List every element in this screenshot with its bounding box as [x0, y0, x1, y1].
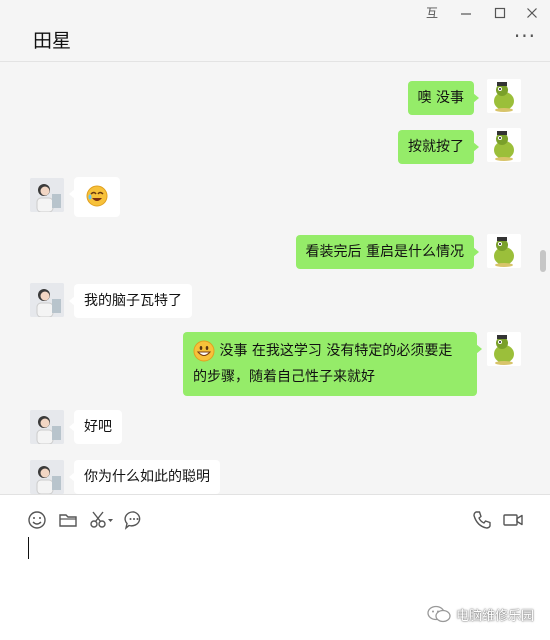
watermark: 电脑维修乐园 — [426, 604, 534, 624]
minimize-icon[interactable] — [458, 5, 474, 25]
message-input-area[interactable]: 电脑维修乐园 — [0, 495, 550, 640]
text-cursor — [28, 537, 29, 559]
grin-emoji — [193, 340, 215, 362]
contact-name: 田星 — [33, 30, 72, 52]
message-bubble-sent[interactable]: 噢 没事 — [407, 81, 480, 115]
pin-icon[interactable]: 互 — [424, 5, 440, 21]
my-avatar[interactable] — [487, 128, 521, 162]
chat-bubble-icon[interactable] — [123, 509, 145, 531]
message-bubble-received[interactable] — [69, 177, 120, 217]
contact-avatar[interactable] — [30, 283, 64, 317]
title-bar: 田星 互 ··· — [0, 0, 550, 62]
message-text: 没事 在我这学习 没有特定的必须要走 — [219, 343, 453, 359]
folder-icon[interactable] — [57, 509, 79, 531]
message-bubble-received[interactable]: 你为什么如此的聪明 — [69, 460, 220, 494]
watermark-text: 电脑维修乐园 — [455, 608, 534, 624]
maximize-icon[interactable] — [492, 5, 508, 25]
contact-avatar[interactable] — [30, 460, 64, 494]
message-bubble-received[interactable]: 我的脑子瓦特了 — [69, 284, 192, 318]
my-avatar[interactable] — [487, 234, 521, 268]
message-bubble-received[interactable]: 好吧 — [69, 410, 122, 444]
emoji-icon[interactable] — [26, 509, 48, 531]
contact-avatar[interactable] — [30, 410, 64, 444]
scissors-icon[interactable] — [88, 509, 116, 531]
more-options-button[interactable]: ··· — [514, 26, 536, 46]
my-avatar[interactable] — [487, 332, 521, 366]
message-text: 的步骤，随着自己性子来就好 — [193, 369, 375, 385]
wechat-logo-icon — [427, 605, 451, 623]
phone-icon[interactable] — [471, 509, 493, 531]
message-bubble-sent[interactable]: 按就按了 — [398, 130, 479, 164]
my-avatar[interactable] — [487, 79, 521, 113]
chat-message-list[interactable]: 噢 没事 按就按了 看装完后 重启是什么情况 我的脑子瓦特了 没事 在我这学习 … — [0, 62, 550, 494]
close-icon[interactable] — [524, 5, 540, 25]
rolling-laugh-emoji — [86, 185, 108, 207]
video-icon[interactable] — [502, 509, 524, 531]
message-bubble-sent[interactable]: 没事 在我这学习 没有特定的必须要走 的步骤，随着自己性子来就好 — [183, 332, 482, 396]
contact-avatar[interactable] — [30, 178, 64, 212]
scrollbar-thumb[interactable] — [540, 250, 546, 272]
message-bubble-sent[interactable]: 看装完后 重启是什么情况 — [295, 235, 480, 269]
